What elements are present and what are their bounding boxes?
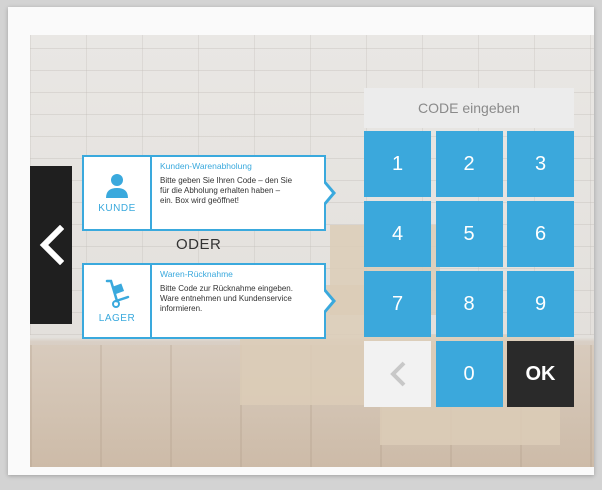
chevron-left-icon	[39, 225, 64, 265]
key-4[interactable]: 4	[364, 201, 431, 267]
card-lager-text: Waren-Rücknahme Bitte Code zur Rücknahme…	[160, 269, 316, 314]
code-input-placeholder: CODE eingeben	[418, 100, 520, 116]
card-lager-pointer	[322, 287, 336, 315]
key-9[interactable]: 9	[507, 271, 574, 337]
chevron-left-icon	[389, 361, 405, 387]
card-lager-title: Waren-Rücknahme	[160, 269, 233, 279]
key-ok[interactable]: OK	[507, 341, 574, 407]
card-lager-icon-cell: LAGER	[84, 265, 152, 337]
key-1[interactable]: 1	[364, 131, 431, 197]
key-6[interactable]: 6	[507, 201, 574, 267]
card-kunde-icon-cell: KUNDE	[84, 157, 152, 229]
card-kunde-description: Bitte geben Sie Ihren Code – den Sie für…	[160, 176, 293, 205]
back-button[interactable]	[30, 166, 72, 324]
separator-text: ODER	[176, 236, 222, 253]
card-lager-description: Bitte Code zur Rücknahme eingeben. Ware …	[160, 284, 293, 313]
code-input[interactable]: CODE eingeben	[364, 88, 574, 128]
keypad: 1 2 3 4 5 6 7 8 9 0 OK	[364, 131, 574, 407]
key-backspace[interactable]	[364, 341, 431, 407]
card-kunde-pointer	[322, 179, 336, 207]
key-0[interactable]: 0	[435, 341, 503, 407]
hand-truck-icon	[105, 279, 130, 308]
card-kunde-title: Kunden-Warenabholung	[160, 161, 252, 171]
key-7[interactable]: 7	[364, 271, 431, 337]
person-icon	[106, 173, 128, 198]
card-kunde-text: Kunden-Warenabholung Bitte geben Sie Ihr…	[160, 161, 316, 206]
key-5[interactable]: 5	[435, 201, 503, 267]
card-lager[interactable]: LAGER Waren-Rücknahme Bitte Code zur Rüc…	[82, 263, 336, 339]
key-3[interactable]: 3	[507, 131, 574, 197]
key-8[interactable]: 8	[435, 271, 503, 337]
key-2[interactable]: 2	[435, 131, 503, 197]
card-lager-icon-label: LAGER	[98, 312, 136, 324]
card-kunde[interactable]: KUNDE Kunden-Warenabholung Bitte geben S…	[82, 155, 336, 231]
card-kunde-icon-label: KUNDE	[98, 202, 136, 214]
